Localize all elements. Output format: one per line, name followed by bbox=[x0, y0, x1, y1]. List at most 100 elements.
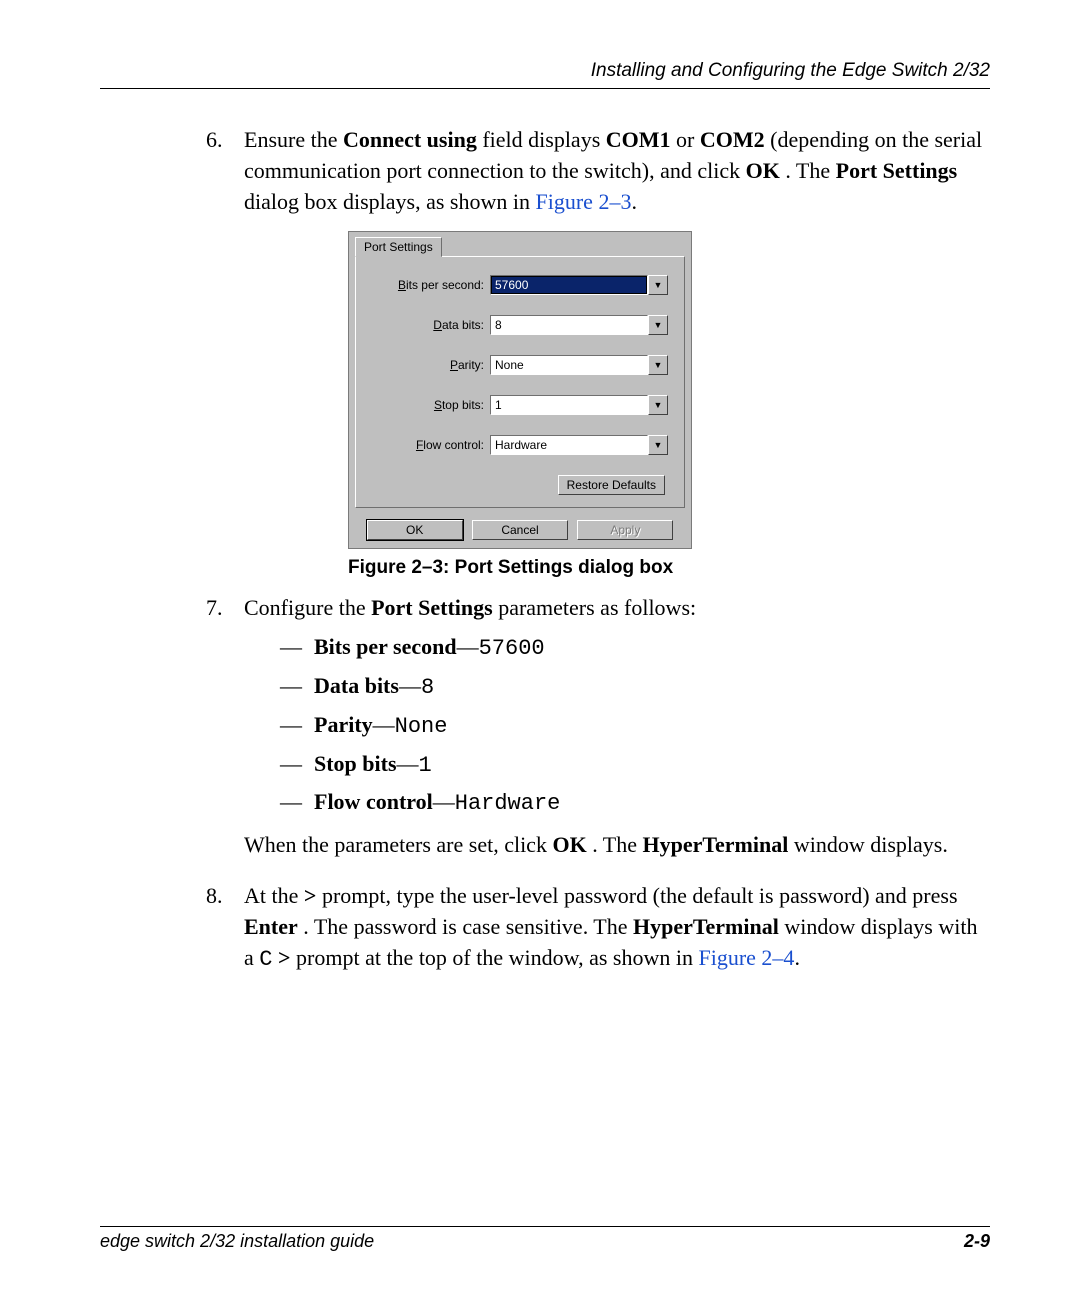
text-bold: Port Settings bbox=[371, 595, 493, 620]
paragraph: When the parameters are set, click OK . … bbox=[244, 830, 990, 861]
text: or bbox=[676, 127, 700, 152]
text: — bbox=[433, 789, 455, 814]
label-data-bits: Data bits: bbox=[372, 318, 490, 332]
text-bold: Port Settings bbox=[836, 158, 958, 183]
step-body: Ensure the Connect using field displays … bbox=[244, 125, 990, 217]
label-flow-control: Flow control: bbox=[372, 438, 490, 452]
combo-value[interactable]: 8 bbox=[490, 315, 648, 335]
dash: — bbox=[280, 671, 314, 704]
combo-value[interactable]: Hardware bbox=[490, 435, 648, 455]
text: — bbox=[373, 712, 395, 737]
restore-row: Restore Defaults bbox=[372, 475, 668, 495]
restore-defaults-button[interactable]: Restore Defaults bbox=[558, 475, 665, 495]
text-bold: > bbox=[278, 945, 291, 970]
step-body: Configure the Port Settings parameters a… bbox=[244, 593, 990, 871]
text-bold: > bbox=[304, 883, 317, 908]
list-item: — Flow control—Hardware bbox=[280, 787, 990, 820]
dash: — bbox=[280, 787, 314, 820]
step-number: 8. bbox=[206, 881, 244, 975]
list-item: — Stop bits—1 bbox=[280, 749, 990, 782]
combo-data-bits[interactable]: 8 ▼ bbox=[490, 315, 668, 335]
text: dialog box displays, as shown in bbox=[244, 189, 536, 214]
bullet-list: — Bits per second—57600 — Data bits—8 — … bbox=[244, 632, 990, 820]
label-bits-per-second: Bits per second: bbox=[372, 278, 490, 292]
text: prompt at the top of the window, as show… bbox=[296, 945, 698, 970]
tab-row: Port Settings bbox=[349, 232, 691, 256]
footer-rule bbox=[100, 1226, 990, 1227]
field-parity: Parity: None ▼ bbox=[372, 355, 668, 375]
text-bold: COM2 bbox=[700, 127, 765, 152]
text: . bbox=[631, 189, 637, 214]
chevron-down-icon[interactable]: ▼ bbox=[648, 275, 668, 295]
label-parity: Parity: bbox=[372, 358, 490, 372]
text: — bbox=[397, 751, 419, 776]
step-8: 8. At the > prompt, type the user-level … bbox=[206, 881, 990, 975]
dash: — bbox=[280, 749, 314, 782]
combo-stop-bits[interactable]: 1 ▼ bbox=[490, 395, 668, 415]
list-item: — Parity—None bbox=[280, 710, 990, 743]
text: . bbox=[794, 945, 800, 970]
text-bold: Stop bits bbox=[314, 751, 397, 776]
text: field displays bbox=[482, 127, 605, 152]
text: . The bbox=[592, 832, 642, 857]
field-flow-control: Flow control: Hardware ▼ bbox=[372, 435, 668, 455]
text: parameters as follows: bbox=[498, 595, 696, 620]
ok-button[interactable]: OK bbox=[367, 520, 463, 540]
text-mono: 8 bbox=[421, 675, 434, 700]
step-6: 6. Ensure the Connect using field displa… bbox=[206, 125, 990, 217]
field-data-bits: Data bits: 8 ▼ bbox=[372, 315, 668, 335]
page-footer: edge switch 2/32 installation guide 2-9 bbox=[100, 1226, 990, 1252]
list-item: — Data bits—8 bbox=[280, 671, 990, 704]
step-number: 7. bbox=[206, 593, 244, 871]
figure-link[interactable]: Figure 2–3 bbox=[536, 189, 632, 214]
text-mono: 1 bbox=[419, 753, 432, 778]
list-item: — Bits per second—57600 bbox=[280, 632, 990, 665]
text-mono: None bbox=[395, 714, 448, 739]
text-bold: Enter bbox=[244, 914, 298, 939]
text-bold: HyperTerminal bbox=[643, 832, 789, 857]
text-bold: OK bbox=[746, 158, 780, 183]
combo-value[interactable]: 57600 bbox=[490, 275, 648, 295]
text-bold: Flow control bbox=[314, 789, 433, 814]
text-mono: Hardware bbox=[455, 791, 561, 816]
text: — bbox=[457, 634, 479, 659]
footer-left: edge switch 2/32 installation guide bbox=[100, 1231, 374, 1252]
combo-parity[interactable]: None ▼ bbox=[490, 355, 668, 375]
tab-port-settings[interactable]: Port Settings bbox=[355, 237, 442, 257]
text-mono: 57600 bbox=[479, 636, 545, 661]
chevron-down-icon[interactable]: ▼ bbox=[648, 435, 668, 455]
field-bits-per-second: Bits per second: 57600 ▼ bbox=[372, 275, 668, 295]
dash: — bbox=[280, 632, 314, 665]
chevron-down-icon[interactable]: ▼ bbox=[648, 315, 668, 335]
field-stop-bits: Stop bits: 1 ▼ bbox=[372, 395, 668, 415]
text: Configure the bbox=[244, 595, 371, 620]
dash: — bbox=[280, 710, 314, 743]
page-header: Installing and Configuring the Edge Swit… bbox=[100, 60, 990, 88]
step-body: At the > prompt, type the user-level pas… bbox=[244, 881, 990, 975]
header-rule bbox=[100, 88, 990, 89]
text: — bbox=[399, 673, 421, 698]
combo-value[interactable]: 1 bbox=[490, 395, 648, 415]
dialog-buttons: OK Cancel Apply bbox=[349, 514, 691, 548]
combo-bits-per-second[interactable]: 57600 ▼ bbox=[490, 275, 668, 295]
text: When the parameters are set, click bbox=[244, 832, 552, 857]
figure-caption: Figure 2–3: Port Settings dialog box bbox=[348, 557, 990, 579]
text: At the bbox=[244, 883, 304, 908]
text: Ensure the bbox=[244, 127, 343, 152]
combo-flow-control[interactable]: Hardware ▼ bbox=[490, 435, 668, 455]
text-bold: OK bbox=[552, 832, 586, 857]
text-bold: Data bits bbox=[314, 673, 399, 698]
chevron-down-icon[interactable]: ▼ bbox=[648, 355, 668, 375]
figure-2-3: Port Settings Bits per second: 57600 ▼ D… bbox=[348, 231, 990, 579]
text-bold: Parity bbox=[314, 712, 373, 737]
figure-link[interactable]: Figure 2–4 bbox=[698, 945, 794, 970]
text: window displays. bbox=[794, 832, 948, 857]
combo-value[interactable]: None bbox=[490, 355, 648, 375]
cancel-button[interactable]: Cancel bbox=[472, 520, 568, 540]
dialog-panel: Bits per second: 57600 ▼ Data bits: 8 ▼ bbox=[355, 256, 685, 508]
text-bold: HyperTerminal bbox=[633, 914, 779, 939]
chevron-down-icon[interactable]: ▼ bbox=[648, 395, 668, 415]
apply-button: Apply bbox=[577, 520, 673, 540]
text-mono: C bbox=[259, 947, 272, 972]
step-number: 6. bbox=[206, 125, 244, 217]
